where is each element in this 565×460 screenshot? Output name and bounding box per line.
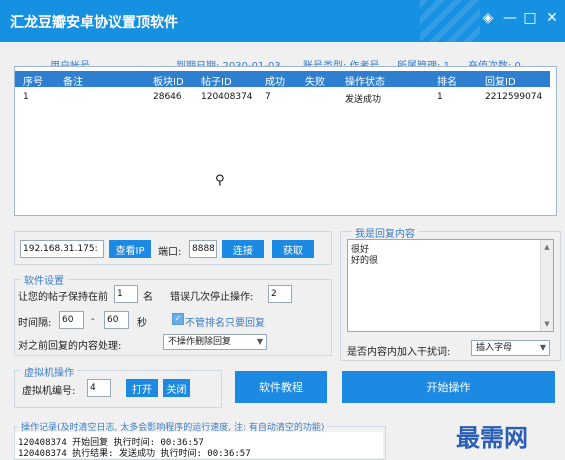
ignore-rank-checkbox[interactable]: ✓ [172,313,184,325]
fetch-button[interactable]: 获取 [272,240,314,258]
vm-number-input[interactable] [87,379,111,397]
cell-reply: 2212599074 [485,92,543,102]
zoom-cursor-icon: ⚲ [215,173,225,188]
title-decoration [420,0,480,42]
check-ip-button[interactable]: 查看IP [109,240,151,258]
close-icon[interactable]: ✕ [542,10,562,26]
col-header[interactable]: 操作状态 [345,73,385,88]
tutorial-button[interactable]: 软件教程 [235,371,327,403]
interval-from-input[interactable] [59,311,84,329]
reply-scrollbar[interactable]: ▲ ▼ [540,240,553,331]
start-button[interactable]: 开始操作 [342,371,555,403]
log-line: 120408374 执行结果: 发送成功 执行时间: 00:36:57 [18,449,251,459]
col-header[interactable]: 备注 [63,73,83,88]
interval-to-input[interactable] [104,311,129,329]
cell-post: 120408374 [201,92,253,102]
chevron-down-icon: ▼ [539,343,546,352]
ip-input[interactable] [20,240,104,258]
cell-board: 28646 [153,92,182,102]
keep-suffix: 名 [143,292,153,303]
reply-textarea[interactable]: 很好 好的很 ▲ ▼ [347,239,554,332]
maximize-icon[interactable]: □ [520,10,540,26]
chevron-down-icon: ▼ [256,337,263,346]
shirt-icon[interactable]: ◈ [478,10,498,26]
settings-group-label: 软件设置 [21,272,67,287]
account-table[interactable]: 序号 备注 板块ID 帖子ID 成功 失败 操作状态 排名 回复ID 1 286… [14,66,557,216]
port-label: 端口: [158,247,182,258]
col-header[interactable]: 成功 [265,73,285,88]
keep-rank-input[interactable] [114,285,138,303]
seconds-label: 秒 [137,318,147,329]
interfere-value: 插入字母 [476,343,513,353]
minimize-icon[interactable]: — [500,10,520,26]
watermark-logo: 最需网 [456,423,528,452]
open-vm-button[interactable]: 打开 [126,379,158,397]
col-header[interactable]: 失败 [305,73,325,88]
ignore-rank-label: 不管排名只要回复 [185,318,265,329]
error-label: 错误几次停止操作: [170,292,254,303]
col-header[interactable]: 排名 [437,73,457,88]
reply-group-label: 我是回复内容 [352,225,418,240]
error-count-input[interactable] [268,285,292,303]
cell-rank: 1 [437,92,443,102]
cell-ok: 7 [265,92,271,102]
app-title: 汇龙豆瓣安卓协议置顶软件 [10,15,178,31]
reply-line: 好的很 [351,256,379,266]
col-header[interactable]: 回复ID [485,73,516,88]
port-input[interactable] [189,240,217,258]
cell-status: 发送成功 [345,95,382,105]
col-header[interactable]: 板块ID [153,73,184,88]
cell-no: 1 [23,92,29,102]
close-vm-button[interactable]: 关闭 [163,379,190,397]
interfere-label: 是否内容内加入干扰词: [347,347,451,358]
interfere-select[interactable]: 插入字母 ▼ [471,340,550,356]
prev-reply-label: 对之前回复的内容处理: [18,341,122,352]
prev-reply-value: 不操作删除回复 [168,337,232,347]
connect-button[interactable]: 连接 [222,240,264,258]
interval-label: 时间隔: [18,318,52,329]
vm-group-label: 虚拟机操作 [21,364,77,379]
prev-reply-select[interactable]: 不操作删除回复 ▼ [163,334,267,350]
table-header: 序号 备注 板块ID 帖子ID 成功 失败 操作状态 排名 回复ID [15,71,550,88]
interval-dash: - [91,314,95,325]
col-header[interactable]: 帖子ID [201,73,232,88]
keep-label: 让您的帖子保持在前 [18,292,108,303]
col-header[interactable]: 序号 [23,73,43,88]
vm-number-label: 虚拟机编号: [22,386,76,397]
